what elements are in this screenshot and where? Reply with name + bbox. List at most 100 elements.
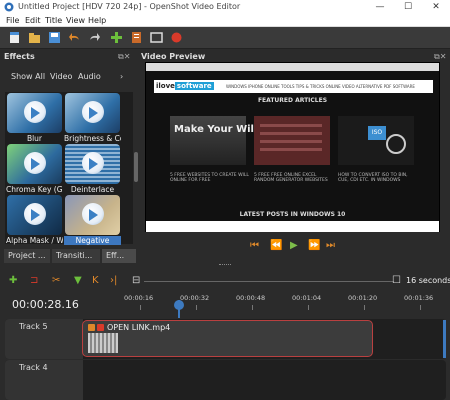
undo-icon[interactable] <box>68 31 81 44</box>
tab-audio[interactable]: Audio <box>78 72 101 81</box>
effect-label: Deinterlace <box>70 185 115 194</box>
timecode-display: 00:00:28.16 <box>12 298 79 311</box>
fullscreen-icon[interactable] <box>150 31 163 44</box>
panel-float-icon[interactable]: ⧉✕ <box>118 52 130 62</box>
title-bar: Untitled Project [HDV 720 24p] - OpenSho… <box>0 0 450 14</box>
effect-negative[interactable]: Negative <box>64 195 121 245</box>
maximize-button[interactable]: ☐ <box>394 0 422 14</box>
rewind-button[interactable]: ⏪ <box>270 240 282 251</box>
effect-alpha-mask[interactable]: Alpha Mask / W... <box>6 195 63 245</box>
timeline-ruler[interactable]: 00:00:16 00:00:32 00:00:48 00:01:04 00:0… <box>84 292 446 316</box>
video-preview-title: Video Preview <box>141 52 206 61</box>
next-marker-icon[interactable]: ›| <box>110 275 117 286</box>
add-track-icon[interactable]: ✚ <box>9 275 17 286</box>
track-name: Track 4 <box>19 363 48 372</box>
browser-bar <box>146 63 439 71</box>
clip-thumbnail <box>88 333 118 353</box>
zoom-icon[interactable]: ⊟ <box>132 275 140 286</box>
add-marker-icon[interactable]: ▼ <box>74 275 82 286</box>
article-card: ISO <box>338 116 414 165</box>
menu-file[interactable]: File <box>6 16 19 25</box>
article-card: Make Your Will <box>170 116 257 165</box>
tab-effects[interactable]: Eff... <box>102 249 136 263</box>
site-header: ilove software WINDOWS IPHONE ONLINE TOOL… <box>154 80 433 93</box>
menu-edit[interactable]: Edit <box>25 16 41 25</box>
clip-effect-icon[interactable] <box>88 324 95 331</box>
zoom-seconds-label: 16 seconds <box>406 276 450 285</box>
effect-label: Negative <box>64 236 121 245</box>
ruler-label: 00:01:20 <box>348 294 378 302</box>
play-icon <box>31 209 40 221</box>
play-icon <box>89 107 98 119</box>
article-caption: 5 FREE WEBSITES TO CREATE WILL ONLINE FO… <box>170 173 249 183</box>
new-project-icon[interactable] <box>8 31 21 44</box>
article-card <box>254 116 330 165</box>
effect-blur[interactable]: Blur <box>6 93 63 143</box>
play-icon <box>31 107 40 119</box>
effect-chroma-key[interactable]: Chroma Key (Gr... <box>6 144 63 194</box>
article-caption: HOW TO CONVERT ISO TO BIN, CUE, CDI ETC.… <box>338 173 408 183</box>
play-icon <box>89 158 98 170</box>
jump-end-button[interactable]: ⏭ <box>326 240 335 251</box>
play-button[interactable]: ▶ <box>290 240 298 251</box>
previous-marker-icon[interactable]: K <box>92 275 99 286</box>
open-project-icon[interactable] <box>28 31 41 44</box>
effect-brightness-contrast[interactable]: Brightness & Co... <box>64 93 121 143</box>
tab-project-files[interactable]: Project ... <box>4 249 50 263</box>
play-icon <box>31 158 40 170</box>
scrollbar-thumb[interactable] <box>134 152 138 182</box>
effects-scrollbar[interactable] <box>134 92 138 244</box>
effect-deinterlace[interactable]: Deinterlace <box>64 144 121 194</box>
close-button[interactable]: ✕ <box>422 0 450 14</box>
track-row[interactable]: Track 4 <box>5 360 446 400</box>
effect-label: Alpha Mask / W... <box>6 236 63 245</box>
effects-panel-title: Effects <box>4 52 35 61</box>
jump-start-button[interactable]: ⏮ <box>250 240 259 251</box>
article-caption: 5 FREE FREE ONLINE EXCEL RANDOM GENERATO… <box>254 173 328 183</box>
video-preview-frame[interactable]: ilove software WINDOWS IPHONE ONLINE TOOL… <box>145 62 440 232</box>
window-title: Untitled Project [HDV 720 24p] - OpenSho… <box>18 2 241 11</box>
preview-close-icon[interactable]: ⧉✕ <box>434 52 446 62</box>
razor-icon[interactable]: ✂ <box>52 275 60 286</box>
timeline-clip[interactable]: OPEN LINK.mp4 <box>82 320 373 357</box>
tab-transitions[interactable]: Transiti... <box>52 249 100 263</box>
clip-menu-icon[interactable] <box>97 324 104 331</box>
zoom-reset-icon[interactable]: ☐ <box>392 275 401 286</box>
timeline-scrollbar[interactable] <box>443 320 446 358</box>
play-icon <box>89 209 98 221</box>
effect-label: Blur <box>26 134 43 143</box>
site-nav: WINDOWS IPHONE ONLINE TOOLS TIPS & TRICK… <box>226 84 415 89</box>
ruler-label: 00:01:04 <box>292 294 322 302</box>
track-header[interactable]: Track 5 <box>5 319 83 359</box>
track-name: Track 5 <box>19 322 48 331</box>
tab-show-all[interactable]: Show All <box>11 72 45 81</box>
tab-video[interactable]: Video <box>50 72 72 81</box>
dock-tabs: Project ... Transiti... Eff... <box>2 248 138 264</box>
effects-grid: Blur Brightness & Co... Chroma Key (Gr..… <box>5 92 133 245</box>
site-logo: ilove software <box>156 82 214 90</box>
track-header[interactable]: Track 4 <box>5 360 83 400</box>
fast-forward-button[interactable]: ⏩ <box>308 240 320 251</box>
ruler-label: 00:01:36 <box>404 294 434 302</box>
search-icon[interactable]: › <box>120 72 123 81</box>
snapping-icon[interactable]: ⊐ <box>30 275 38 286</box>
menu-help[interactable]: Help <box>88 16 106 25</box>
minimize-button[interactable]: — <box>366 0 394 14</box>
playhead[interactable] <box>174 300 184 318</box>
menu-view[interactable]: View <box>66 16 85 25</box>
zoom-slider[interactable] <box>144 281 394 282</box>
export-video-icon[interactable] <box>170 31 183 44</box>
save-project-icon[interactable] <box>48 31 61 44</box>
redo-icon[interactable] <box>88 31 101 44</box>
windows-taskbar <box>146 221 439 232</box>
latest-heading: LATEST POSTS IN WINDOWS 10 <box>239 211 346 218</box>
openshot-logo-icon <box>4 2 14 12</box>
panel-splitter[interactable] <box>219 264 231 267</box>
profile-icon[interactable] <box>130 31 143 44</box>
import-files-icon[interactable] <box>110 31 123 44</box>
clip-name: OPEN LINK.mp4 <box>107 323 171 332</box>
effect-label: Brightness & Co... <box>64 134 121 143</box>
menu-bar: File Edit Title View Help <box>0 14 450 27</box>
menu-title[interactable]: Title <box>45 16 62 25</box>
ruler-label: 00:00:32 <box>180 294 210 302</box>
